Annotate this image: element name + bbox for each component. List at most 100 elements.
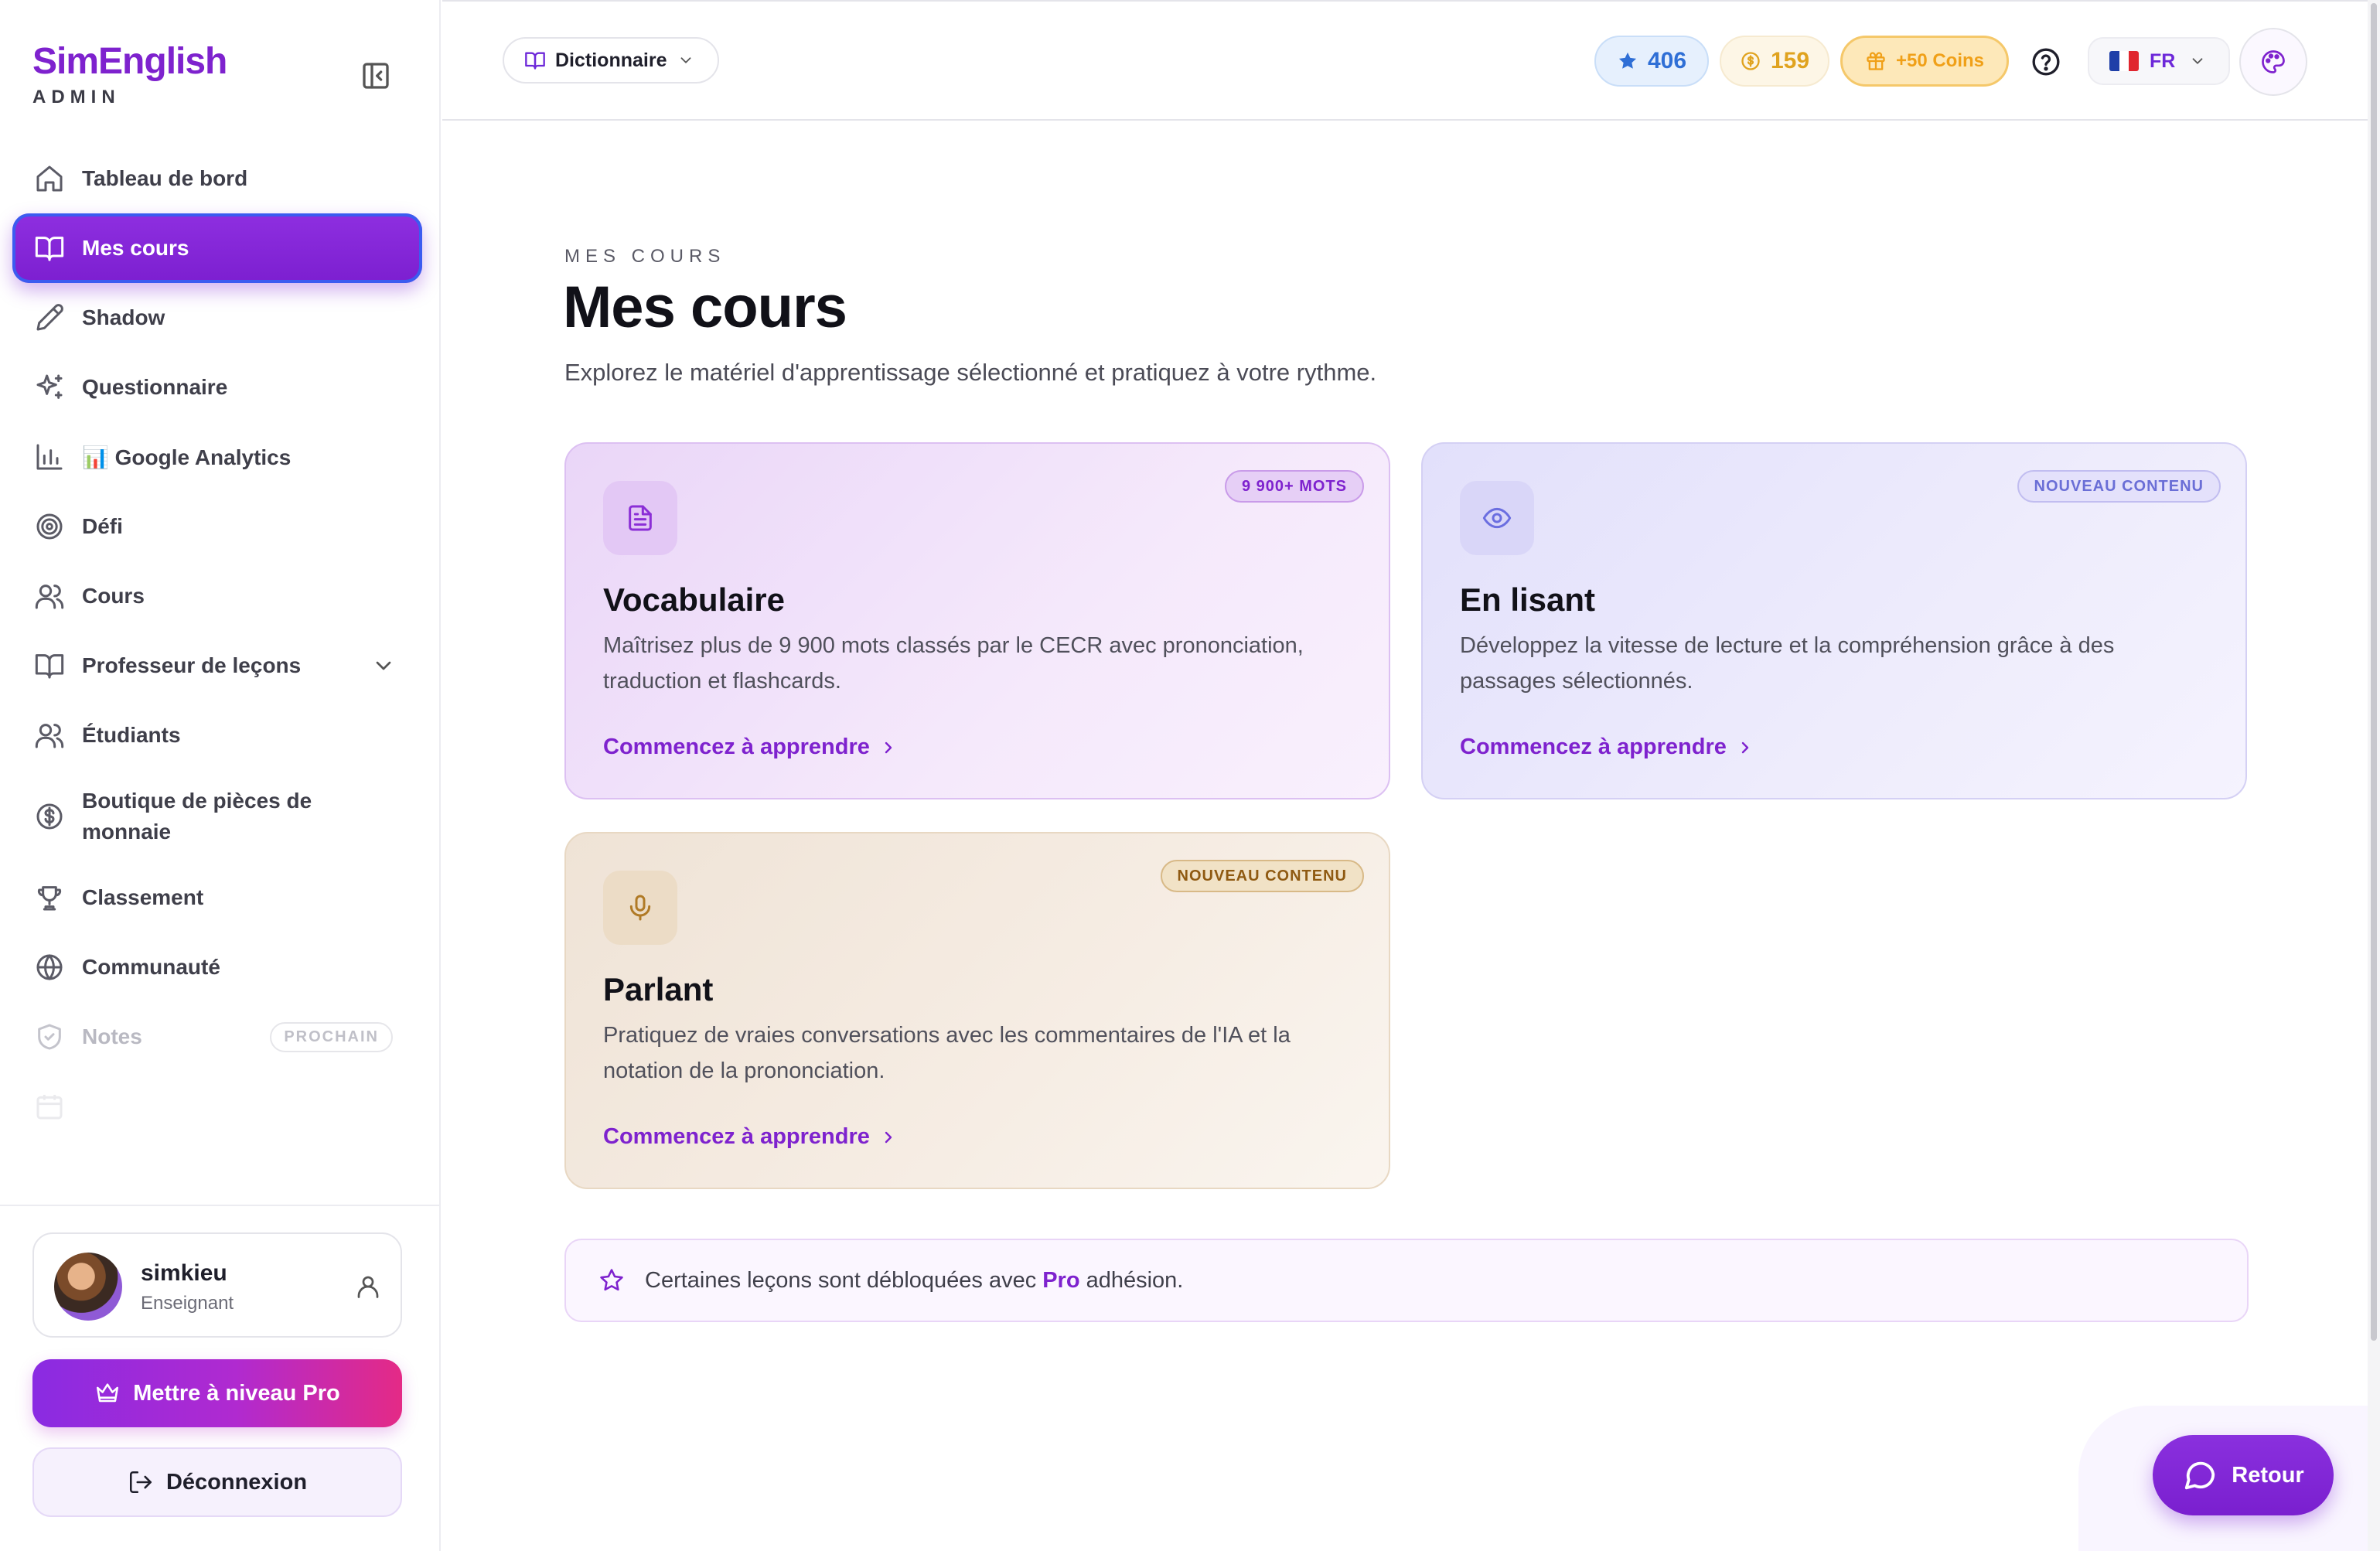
brand-name: SimEnglish bbox=[32, 41, 227, 82]
bar-chart-icon bbox=[34, 441, 65, 472]
sidebar-item-label: Boutique de pièces de monnaie bbox=[82, 789, 312, 844]
users-icon bbox=[34, 720, 65, 751]
sidebar-footer: simkieu Enseignant Mettre à niveau Pro D… bbox=[0, 1205, 441, 1551]
chevron-down-icon[interactable] bbox=[371, 653, 396, 678]
language-label: FR bbox=[2150, 49, 2176, 72]
daily-bonus-button[interactable]: +50 Coins bbox=[1840, 36, 2009, 87]
page-eyebrow: MES COURS bbox=[564, 246, 726, 267]
pro-membership-note: Certaines leçons sont débloquées avec Pr… bbox=[564, 1239, 2249, 1322]
pro-note-suffix: adhésion. bbox=[1086, 1267, 1184, 1293]
user-name: simkieu bbox=[141, 1260, 227, 1286]
card-description: Pratiquez de vraies conversations avec l… bbox=[603, 1023, 1291, 1083]
logout-label: Déconnexion bbox=[165, 1469, 308, 1495]
sidebar-item-label: Classement bbox=[82, 885, 204, 909]
page-subtitle: Explorez le matériel d'apprentissage sél… bbox=[564, 359, 1377, 386]
calendar-icon bbox=[34, 1091, 65, 1122]
language-selector[interactable]: FR bbox=[2088, 37, 2230, 85]
feedback-button[interactable]: Retour bbox=[2153, 1435, 2334, 1515]
book-open-icon bbox=[524, 49, 546, 71]
upgrade-pro-label: Mettre à niveau Pro bbox=[133, 1380, 340, 1406]
home-icon bbox=[34, 163, 65, 194]
bonus-label: +50 Coins bbox=[1895, 50, 1985, 71]
sidebar-item-students[interactable]: Étudiants bbox=[12, 701, 422, 770]
sidebar-item-label: Shadow bbox=[82, 305, 165, 329]
sidebar-item-label: Professeur de leçons bbox=[82, 653, 302, 677]
logout-button[interactable]: Déconnexion bbox=[32, 1447, 402, 1517]
sidebar-item-dashboard[interactable]: Tableau de bord bbox=[12, 144, 422, 213]
sidebar-item-label: 📊 Google Analytics bbox=[82, 445, 292, 469]
sidebar-item-shadow[interactable]: Shadow bbox=[12, 283, 422, 353]
star-icon bbox=[1617, 50, 1638, 72]
card-description: Maîtrisez plus de 9 900 mots classés par… bbox=[603, 633, 1304, 694]
flag-fr-icon bbox=[2109, 51, 2139, 71]
sidebar-item-label: Notes bbox=[82, 1024, 142, 1048]
card-title: Vocabulaire bbox=[603, 581, 785, 618]
stars-counter[interactable]: 406 bbox=[1594, 36, 1709, 87]
chevron-right-icon bbox=[879, 1128, 898, 1147]
sidebar: SimEnglish ADMIN Tableau de bord Mes cou… bbox=[0, 0, 441, 1551]
dictionary-dropdown[interactable]: Dictionnaire bbox=[503, 37, 720, 84]
user-icon[interactable] bbox=[354, 1273, 382, 1300]
gift-icon bbox=[1865, 50, 1887, 72]
chevron-down-icon bbox=[677, 52, 694, 69]
card-description: Développez la vitesse de lecture et la c… bbox=[1460, 633, 2115, 694]
logout-icon bbox=[128, 1469, 154, 1495]
sidebar-item-coin-shop[interactable]: Boutique de pièces de monnaie bbox=[12, 770, 422, 863]
stars-value: 406 bbox=[1647, 48, 1687, 73]
user-card[interactable]: simkieu Enseignant bbox=[32, 1232, 402, 1338]
card-title: En lisant bbox=[1460, 581, 1596, 618]
book-open-icon bbox=[34, 233, 65, 264]
coming-soon-badge: PROCHAIN bbox=[270, 1021, 393, 1052]
chevron-right-icon bbox=[879, 738, 898, 757]
users-icon bbox=[34, 581, 65, 612]
shield-icon bbox=[34, 1021, 65, 1052]
sidebar-item-google-analytics[interactable]: 📊 Google Analytics bbox=[12, 422, 422, 492]
sidebar-nav: Tableau de bord Mes cours Shadow Questio… bbox=[0, 133, 441, 1206]
sidebar-item-label: Questionnaire bbox=[82, 375, 228, 399]
dictionary-label: Dictionnaire bbox=[555, 49, 667, 71]
sidebar-item-leaderboard[interactable]: Classement bbox=[12, 863, 422, 932]
coins-value: 159 bbox=[1770, 48, 1810, 73]
help-icon[interactable] bbox=[2031, 46, 2061, 77]
feedback-label: Retour bbox=[2232, 1462, 2304, 1488]
brand[interactable]: SimEnglish ADMIN bbox=[32, 40, 227, 108]
card-badge: NOUVEAU CONTENU bbox=[1160, 860, 1364, 892]
collapse-sidebar-icon[interactable] bbox=[360, 60, 391, 91]
sidebar-item-questionnaire[interactable]: Questionnaire bbox=[12, 353, 422, 422]
chevron-right-icon bbox=[1736, 738, 1754, 757]
book-open-icon bbox=[34, 650, 65, 681]
course-card-vocabulary[interactable]: 9 900+ MOTS Vocabulaire Maîtrisez plus d… bbox=[564, 442, 1390, 799]
start-learning-link[interactable]: Commencez à apprendre bbox=[1460, 735, 1754, 760]
sidebar-item-label: Mes cours bbox=[82, 236, 189, 260]
palette-icon bbox=[2259, 48, 2287, 76]
theme-button[interactable] bbox=[2239, 28, 2307, 96]
sidebar-item-label: Étudiants bbox=[82, 723, 181, 747]
sidebar-item-my-courses[interactable]: Mes cours bbox=[12, 213, 422, 283]
coins-counter[interactable]: 159 bbox=[1720, 36, 1829, 87]
target-icon bbox=[34, 511, 65, 542]
sidebar-item-lesson-teacher[interactable]: Professeur de leçons bbox=[12, 631, 422, 701]
course-card-reading[interactable]: NOUVEAU CONTENU En lisant Développez la … bbox=[1421, 442, 2247, 799]
card-link-label: Commencez à apprendre bbox=[1460, 735, 1727, 759]
dollar-circle-icon bbox=[34, 801, 65, 832]
crown-icon bbox=[94, 1380, 121, 1406]
page-title: Mes cours bbox=[563, 274, 847, 340]
scrollbar-thumb[interactable] bbox=[2371, 3, 2377, 1341]
card-title: Parlant bbox=[603, 971, 714, 1007]
start-learning-link[interactable]: Commencez à apprendre bbox=[603, 735, 898, 760]
sparkles-icon bbox=[34, 372, 65, 403]
user-role: Enseignant bbox=[141, 1293, 234, 1314]
document-icon bbox=[603, 481, 677, 555]
sidebar-item-notes: Notes PROCHAIN bbox=[12, 1002, 422, 1072]
start-learning-link[interactable]: Commencez à apprendre bbox=[603, 1124, 898, 1150]
course-card-speaking[interactable]: NOUVEAU CONTENU Parlant Pratiquez de vra… bbox=[564, 832, 1390, 1189]
coin-icon bbox=[1740, 50, 1761, 72]
sidebar-item-label: Tableau de bord bbox=[82, 166, 248, 190]
upgrade-pro-button[interactable]: Mettre à niveau Pro bbox=[32, 1359, 402, 1427]
card-link-label: Commencez à apprendre bbox=[603, 1124, 870, 1149]
sidebar-item-label: Cours bbox=[82, 584, 145, 608]
sidebar-item-community[interactable]: Communauté bbox=[12, 932, 422, 1002]
sidebar-item-challenge[interactable]: Défi bbox=[12, 492, 422, 561]
pro-highlight[interactable]: Pro bbox=[1042, 1268, 1079, 1294]
sidebar-item-courses[interactable]: Cours bbox=[12, 561, 422, 631]
